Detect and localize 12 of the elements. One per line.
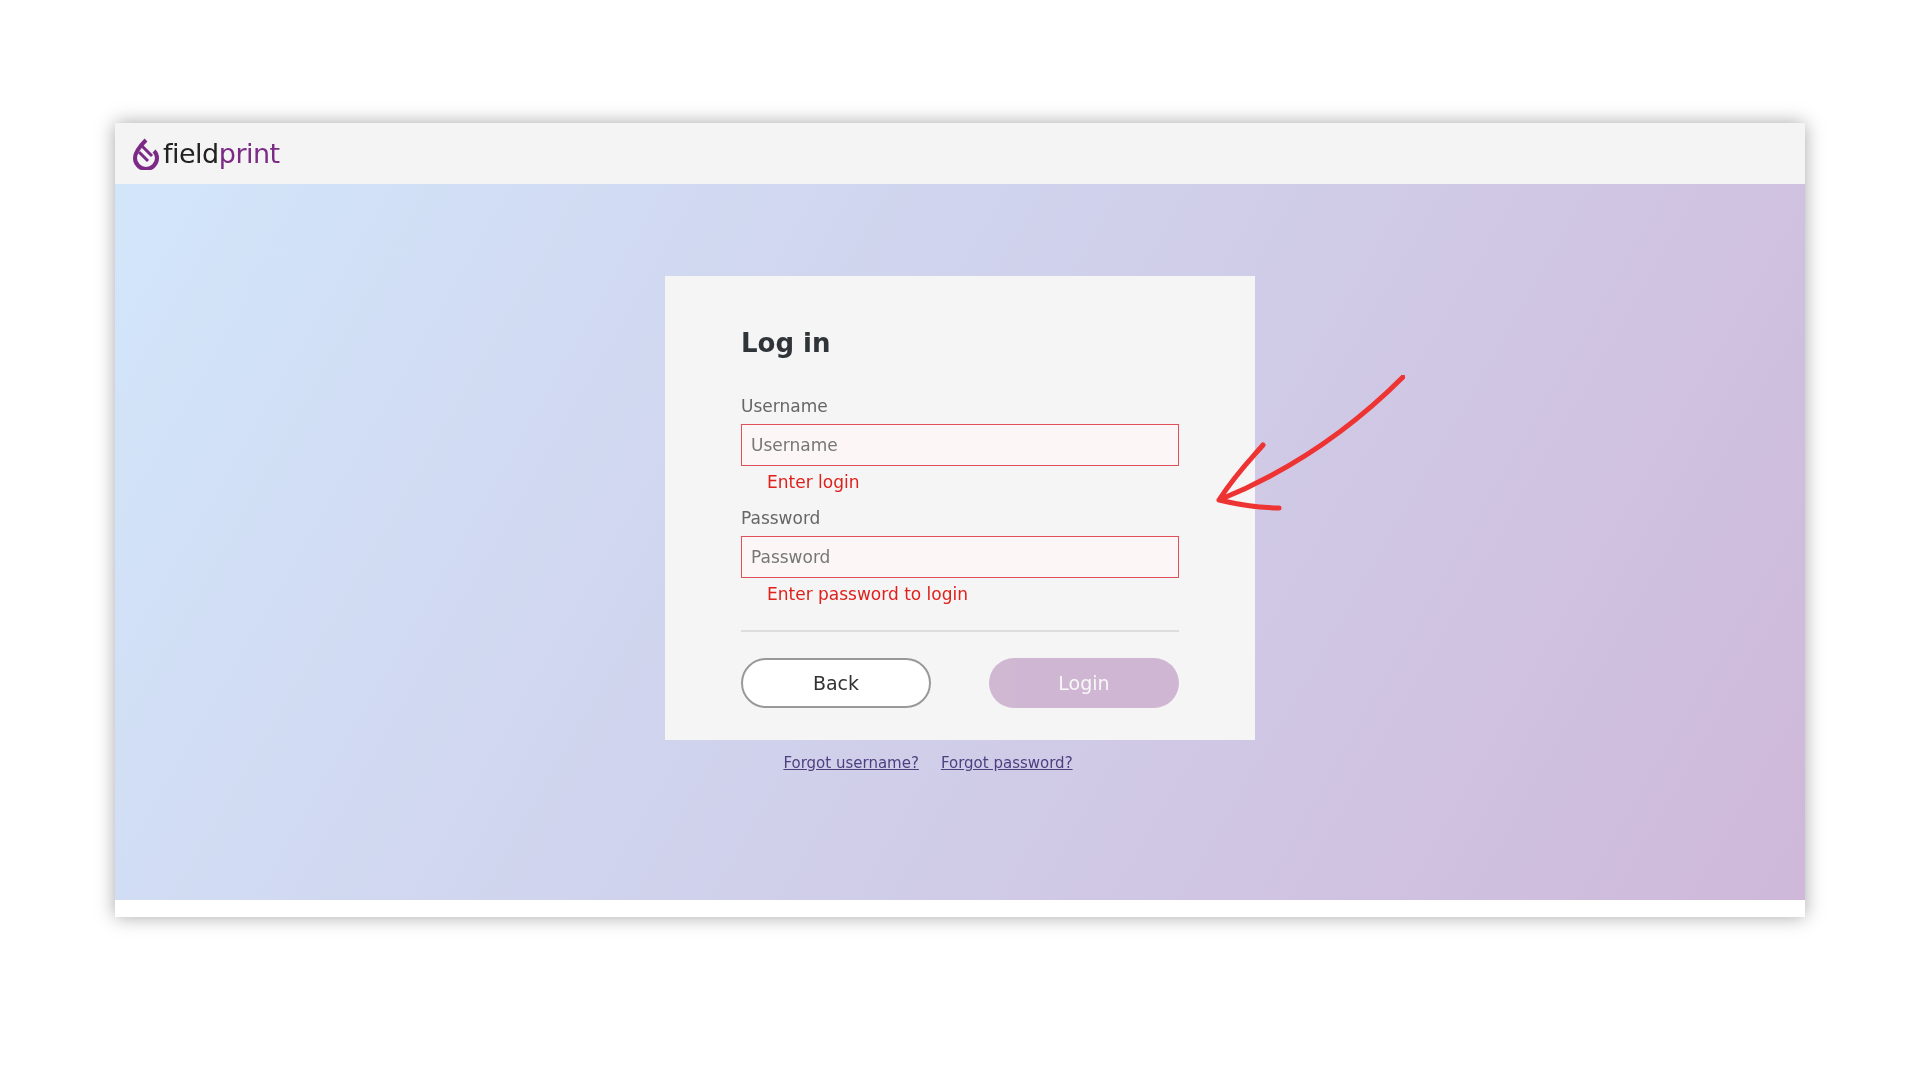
card-title: Log in [741, 328, 832, 358]
input-field[interactable]: Username [741, 424, 1179, 466]
forgot-link[interactable]: Forgot password? [940, 754, 1073, 772]
back-button[interactable]: Back [741, 658, 931, 708]
logo-icon [133, 137, 159, 170]
error-message: Enter password to login [767, 584, 969, 604]
error-message: Enter login [767, 472, 860, 492]
forgot-link[interactable]: Forgot username? [783, 754, 919, 772]
input-field[interactable]: Password [741, 536, 1179, 578]
field-label: Password [741, 508, 822, 528]
field-label: Username [741, 396, 829, 416]
logo-text: fieldprint [163, 138, 280, 169]
